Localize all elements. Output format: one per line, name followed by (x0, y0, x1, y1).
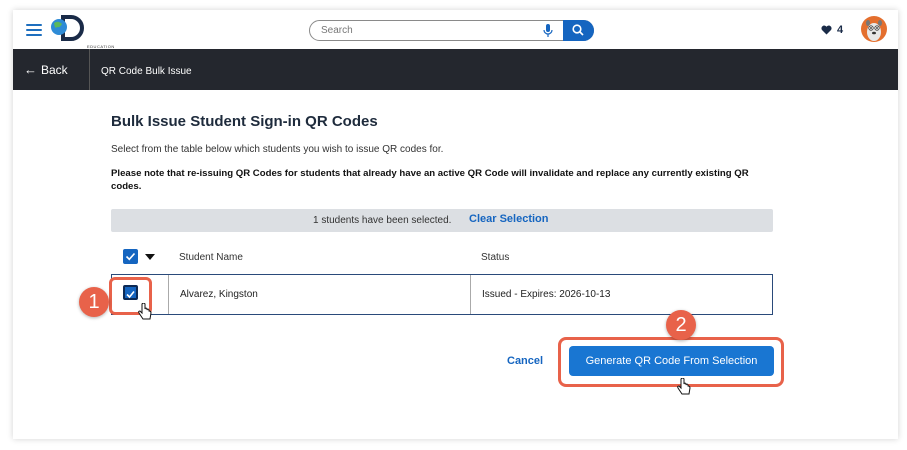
favorites-count: 4 (837, 24, 844, 36)
page-description: Select from the table below which studen… (111, 144, 444, 155)
page-breadcrumb-title: QR Code Bulk Issue (101, 66, 192, 77)
row-checkbox[interactable] (123, 285, 138, 300)
hand-cursor-icon (677, 378, 691, 395)
step-badge-2: 2 (666, 310, 696, 340)
search-icon (572, 24, 584, 36)
search-bar[interactable]: Search (309, 20, 594, 41)
step-badge-1: 1 (79, 287, 109, 317)
top-header: EDUCATION Search 4 (13, 10, 898, 49)
search-input[interactable]: Search (321, 25, 353, 36)
cell-divider (168, 275, 169, 314)
column-header-student-name[interactable]: Student Name (179, 252, 243, 263)
back-button[interactable]: ← Back (13, 49, 90, 90)
student-name-cell: Alvarez, Kingston (180, 289, 258, 300)
checkmark-icon (125, 252, 136, 261)
avatar[interactable] (861, 16, 887, 42)
select-dropdown-caret-icon[interactable] (145, 254, 155, 260)
selection-count-text: 1 students have been selected. (313, 215, 452, 226)
page-title: Bulk Issue Student Sign-in QR Codes (111, 113, 378, 130)
arrow-left-icon: ← (24, 62, 37, 77)
column-header-status[interactable]: Status (481, 252, 509, 263)
table-row[interactable]: Alvarez, Kingston Issued - Expires: 2026… (111, 274, 773, 315)
menu-icon[interactable] (26, 24, 42, 36)
checkmark-icon (126, 290, 135, 299)
cancel-button[interactable]: Cancel (507, 355, 543, 367)
back-label: Back (41, 63, 68, 77)
selection-bar: 1 students have been selected. Clear Sel… (111, 209, 773, 232)
heart-icon[interactable] (821, 25, 832, 35)
generate-qr-code-button[interactable]: Generate QR Code From Selection (569, 346, 774, 376)
cell-divider (470, 275, 471, 314)
clear-selection-link[interactable]: Clear Selection (469, 213, 548, 225)
discovery-education-logo[interactable]: EDUCATION (49, 15, 114, 49)
search-button[interactable] (563, 20, 594, 41)
hand-cursor-icon (138, 303, 152, 320)
secondary-navbar: ← Back QR Code Bulk Issue (13, 49, 898, 90)
select-all-checkbox[interactable] (123, 249, 138, 264)
microphone-icon[interactable] (543, 24, 553, 38)
status-cell: Issued - Expires: 2026-10-13 (482, 289, 611, 300)
warning-note: Please note that re-issuing QR Codes for… (111, 168, 749, 192)
